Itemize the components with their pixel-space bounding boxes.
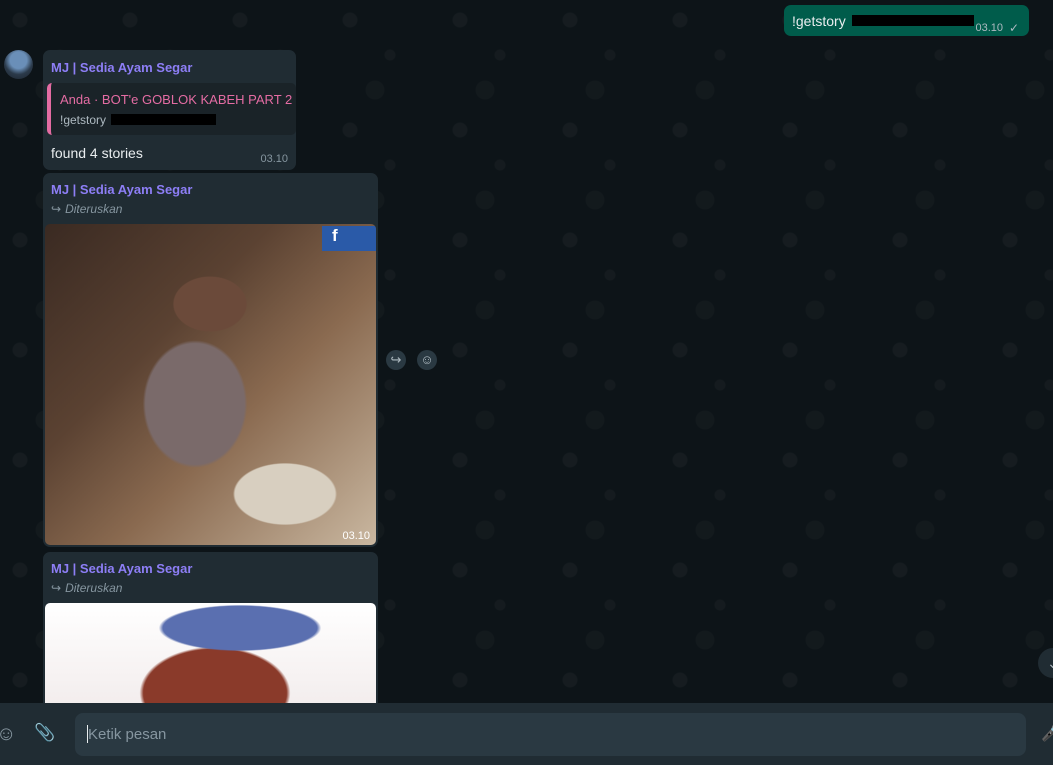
message-time: 03.10 xyxy=(975,22,1003,34)
forwarded-icon: ↪ xyxy=(51,202,62,216)
redacted-number xyxy=(111,114,217,126)
message-composer: ☺ 📎 Ketik pesan 🎤 xyxy=(0,703,1053,765)
story-video[interactable]: f 03.10 xyxy=(45,224,376,545)
story-image[interactable] xyxy=(45,603,376,712)
quoted-message[interactable]: Anda · BOT'e GOBLOK KABEH PART 2 !getsto… xyxy=(47,83,296,135)
incoming-media-message[interactable]: MJ | Sedia Ayam Segar ↪ Diteruskan f 03.1… xyxy=(43,173,378,547)
message-body: found 4 stories xyxy=(51,145,143,161)
forwarded-label: ↪ Diteruskan xyxy=(51,202,123,216)
sender-name[interactable]: MJ | Sedia Ayam Segar xyxy=(51,561,192,576)
forwarded-icon: ↪ xyxy=(51,581,62,595)
redacted-number xyxy=(851,15,974,27)
emoji-icon[interactable]: ☺ xyxy=(0,723,16,746)
facebook-logo-icon: f xyxy=(322,226,376,251)
sender-avatar[interactable] xyxy=(4,50,33,79)
forward-icon[interactable]: ↪ xyxy=(386,350,406,370)
input-placeholder: Ketik pesan xyxy=(88,726,167,743)
sender-name[interactable]: MJ | Sedia Ayam Segar xyxy=(51,182,192,197)
attach-icon[interactable]: 📎 xyxy=(34,723,55,743)
message-time: 03.10 xyxy=(342,530,370,542)
forwarded-label: ↪ Diteruskan xyxy=(51,581,123,595)
emoji-react-icon[interactable]: ☺ xyxy=(417,350,437,370)
incoming-media-message[interactable]: MJ | Sedia Ayam Segar ↪ Diteruskan xyxy=(43,552,378,712)
message-time: 03.10 xyxy=(260,153,288,165)
message-text: !getstory xyxy=(792,13,974,29)
sent-check-icon: ✓ xyxy=(1008,21,1019,35)
sender-name[interactable]: MJ | Sedia Ayam Segar xyxy=(51,60,192,75)
quoted-title: Anda · BOT'e GOBLOK KABEH PART 2 xyxy=(60,92,293,107)
outgoing-message[interactable]: !getstory 03.10 ✓ xyxy=(784,5,1029,36)
microphone-icon[interactable]: 🎤 xyxy=(1041,723,1053,743)
incoming-message[interactable]: MJ | Sedia Ayam Segar Anda · BOT'e GOBLO… xyxy=(43,50,296,170)
quoted-text: !getstory xyxy=(60,113,217,127)
message-input[interactable]: Ketik pesan xyxy=(75,713,1026,756)
